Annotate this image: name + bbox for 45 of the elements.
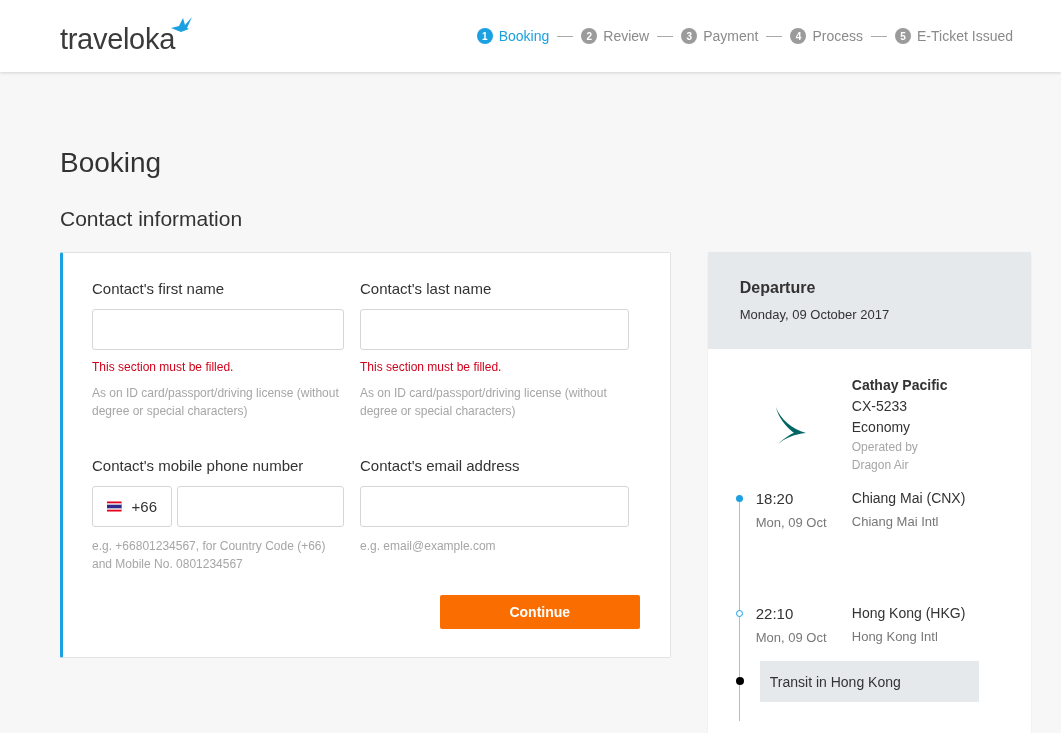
step-number-badge: 5 — [895, 28, 912, 44]
text-field[interactable] — [360, 486, 629, 527]
stop-time: 18:20 — [754, 490, 795, 507]
field-label: Contact's email address — [360, 456, 521, 476]
field-hint: As on ID card/passport/driving license (without degree or special characters) — [360, 385, 608, 420]
transit-note: Transit in Hong Kong — [759, 661, 979, 702]
country-code-select[interactable]: +66 — [92, 486, 172, 527]
field-label: Contact's last name — [360, 279, 493, 299]
text-field[interactable] — [92, 309, 344, 350]
field-hint: As on ID card/passport/driving license (without degree or special characters) — [92, 385, 340, 420]
stop-city: Hong Kong (HKG) — [851, 605, 967, 621]
error-message: This section must be filled. — [360, 360, 503, 374]
progress-step[interactable]: 4 Process — [790, 28, 864, 44]
field-label: Contact's mobile phone number — [92, 456, 305, 476]
field-hint: e.g. +66801234567, for Country Code (+66) and Mobile No. 0801234567 — [92, 538, 327, 573]
logo-text[interactable]: traveloka — [60, 22, 175, 56]
airline-name: Cathay Pacific — [851, 376, 949, 395]
text-field[interactable] — [360, 309, 629, 350]
progress-step[interactable]: 3 Payment — [681, 28, 759, 44]
error-message: This section must be filled. — [92, 360, 235, 374]
stop-airport: Hong Kong Intl — [851, 629, 939, 644]
continue-button[interactable]: Continue — [439, 595, 640, 629]
cabin-class: Economy — [851, 418, 912, 437]
section-title: Contact information — [60, 206, 244, 232]
progress-step[interactable]: 1 Booking — [476, 28, 550, 44]
flag-icon — [107, 501, 122, 512]
departure-title: Departure — [739, 279, 817, 297]
stop-airport: Chiang Mai Intl — [851, 514, 940, 529]
phone-number-field[interactable] — [177, 486, 344, 527]
stop-date: Mon, 09 Oct — [754, 515, 828, 530]
stop-date: Mon, 09 Oct — [754, 630, 828, 645]
field-hint: e.g. email@example.com — [360, 538, 497, 555]
step-number-badge: 3 — [681, 28, 698, 44]
step-number-badge: 4 — [790, 28, 807, 44]
progress-step[interactable]: 2 Review — [581, 28, 650, 44]
stop-time: 22:10 — [754, 605, 795, 622]
departure-date: Monday, 09 October 2017 — [739, 307, 891, 322]
field-label: Contact's first name — [92, 279, 226, 299]
progress-step[interactable]: 5 E-Ticket Issued — [895, 28, 1013, 44]
page-title: Booking — [60, 146, 163, 180]
step-number-badge: 1 — [476, 28, 493, 44]
operator-note: Operated by Dragon Air — [851, 439, 919, 474]
stop-city: Chiang Mai (CNX) — [851, 490, 967, 506]
flight-number: CX-5233 — [851, 397, 909, 416]
step-number-badge: 2 — [581, 28, 598, 44]
